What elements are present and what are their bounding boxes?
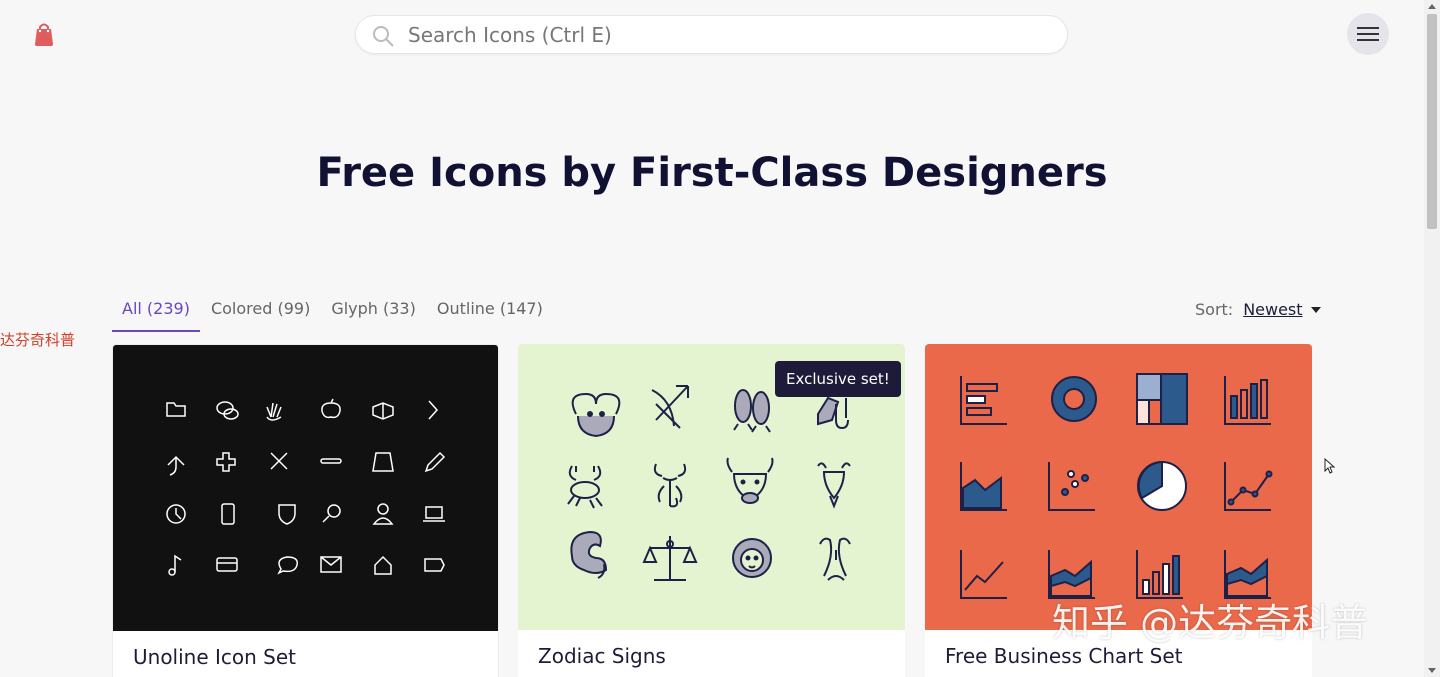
line-chart-icon bbox=[960, 550, 1007, 599]
chevron-right-icon bbox=[428, 400, 439, 420]
card-title[interactable]: Zodiac Signs bbox=[538, 644, 666, 668]
sort-label: Sort: bbox=[1195, 300, 1234, 319]
search-input[interactable] bbox=[408, 22, 1048, 48]
search-icon bbox=[322, 504, 341, 523]
watermark-text: 知乎 @达芬奇科普 bbox=[1052, 601, 1369, 645]
trapezoid-icon bbox=[372, 452, 394, 472]
speech-bubble-icon bbox=[277, 556, 299, 575]
tab-colored[interactable]: Colored (99) bbox=[201, 296, 320, 332]
tag-icon bbox=[424, 558, 445, 572]
box-icon bbox=[372, 402, 394, 420]
folder-icon bbox=[166, 402, 186, 417]
search-icon bbox=[371, 24, 395, 48]
apple-icon bbox=[321, 398, 341, 419]
gemini-icon bbox=[819, 537, 851, 581]
page-title: Free Icons by First-Class Designers bbox=[316, 150, 1108, 196]
bar-chart-horizontal-icon bbox=[960, 376, 1007, 425]
sort-control: Sort: Newest bbox=[1195, 300, 1321, 319]
mouse-cursor-icon bbox=[1324, 458, 1336, 474]
tab-all[interactable]: All (239) bbox=[112, 296, 200, 332]
filter-tabs: All (239) Colored (99) Glyph (33) Outlin… bbox=[112, 296, 554, 332]
card-thumbnail[interactable] bbox=[925, 344, 1312, 630]
sagittarius-icon bbox=[651, 385, 689, 429]
shield-icon bbox=[278, 504, 296, 525]
hand-icon bbox=[266, 402, 282, 421]
capricorn-icon bbox=[817, 396, 849, 430]
hamburger-menu-icon bbox=[1357, 26, 1379, 42]
card-thumbnail[interactable] bbox=[113, 345, 498, 631]
card-icon bbox=[216, 557, 238, 572]
plus-cross-icon bbox=[216, 452, 236, 472]
minus-icon bbox=[320, 458, 342, 464]
home-icon bbox=[374, 555, 392, 575]
clock-icon bbox=[166, 504, 186, 524]
phone-icon bbox=[221, 503, 235, 525]
bar-chart-icon bbox=[1224, 376, 1271, 425]
arrow-up-right-icon bbox=[167, 455, 185, 476]
logo-icon[interactable] bbox=[33, 22, 55, 46]
column-chart-icon bbox=[1136, 550, 1183, 599]
sort-dropdown[interactable]: Newest bbox=[1243, 300, 1302, 319]
card-title[interactable]: Free Business Chart Set bbox=[945, 644, 1183, 668]
chat-icon bbox=[216, 401, 239, 420]
leo-icon bbox=[732, 538, 772, 578]
cancer-icon bbox=[567, 465, 603, 509]
libra-icon bbox=[642, 536, 698, 581]
pie-chart-icon bbox=[1137, 460, 1187, 511]
side-watermark-text: 达芬奇科普 bbox=[0, 331, 76, 349]
tab-glyph[interactable]: Glyph (33) bbox=[321, 296, 426, 332]
aries-icon bbox=[571, 392, 621, 438]
exclusive-badge: Exclusive set! bbox=[775, 361, 901, 397]
scorpio-icon bbox=[653, 463, 687, 508]
stacked-area-chart-icon bbox=[1048, 550, 1095, 599]
virgo-icon bbox=[570, 530, 608, 579]
scroll-up-arrow-icon[interactable] bbox=[1428, 4, 1436, 9]
scatter-chart-icon bbox=[1048, 462, 1095, 511]
treemap-icon bbox=[1136, 373, 1188, 425]
capricorn-goat-icon bbox=[817, 462, 851, 509]
card-title[interactable]: Unoline Icon Set bbox=[133, 645, 296, 669]
area-chart-icon bbox=[960, 462, 1007, 511]
line-dots-chart-icon bbox=[1224, 462, 1273, 511]
x-cross-icon bbox=[270, 452, 288, 470]
pencil-icon bbox=[424, 451, 446, 473]
taurus-icon bbox=[726, 457, 774, 504]
scrollbar-thumb[interactable] bbox=[1427, 14, 1437, 229]
search-bar[interactable] bbox=[355, 15, 1068, 54]
tab-outline[interactable]: Outline (147) bbox=[427, 296, 553, 332]
pisces-icon bbox=[733, 389, 771, 433]
donut-chart-icon bbox=[1051, 376, 1097, 422]
caret-down-icon[interactable] bbox=[1310, 306, 1321, 313]
user-icon bbox=[372, 503, 394, 525]
scroll-down-arrow-icon[interactable] bbox=[1428, 668, 1436, 673]
mail-icon bbox=[320, 556, 342, 573]
page-scrollbar[interactable] bbox=[1424, 0, 1440, 677]
menu-button[interactable] bbox=[1347, 13, 1389, 55]
area-chart-2-icon bbox=[1224, 550, 1271, 599]
icon-set-card-unoline[interactable]: Unoline Icon Set bbox=[112, 344, 499, 677]
laptop-icon bbox=[423, 506, 445, 522]
music-note-icon bbox=[168, 554, 182, 576]
